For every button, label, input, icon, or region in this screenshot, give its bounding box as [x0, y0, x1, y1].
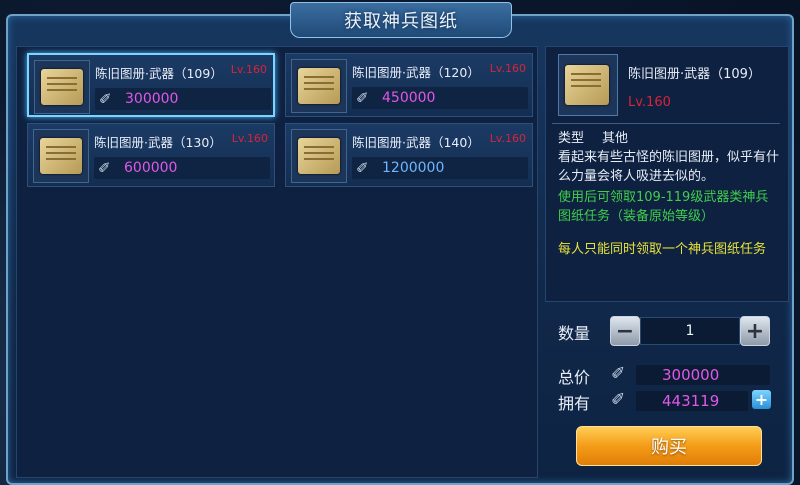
total-label: 总价 [558, 368, 591, 387]
item-name: 陈旧图册·武器（109） [95, 66, 223, 81]
item-price: 450000 [382, 90, 436, 106]
item-card-130[interactable]: 陈旧图册·武器（130） Lv.160 ✐ 600000 [27, 123, 275, 187]
total-price: 300000 [662, 366, 720, 384]
detail-level: Lv.160 [628, 95, 671, 110]
silver-shell-icon: ✐ [98, 159, 111, 177]
use-text: 使用后可领取109-119级武器类神兵图纸任务（装备原始等级） [558, 190, 769, 224]
silver-shell-icon: ✐ [356, 89, 369, 107]
type-row: 类型 其他 [558, 129, 780, 148]
item-card-120[interactable]: 陈旧图册·武器（120） Lv.160 ✐ 450000 [285, 53, 533, 117]
item-price-bar: ✐ 300000 [95, 88, 271, 110]
item-price-bar: ✐ 450000 [352, 87, 528, 109]
detail-name: 陈旧图册·武器（109） [628, 67, 761, 82]
scroll-icon [33, 129, 89, 183]
scroll-icon [291, 59, 347, 113]
item-detail-panel: 陈旧图册·武器（109） Lv.160 类型 其他 看起来有些古怪的陈旧图册，似乎… [545, 46, 789, 302]
quantity-label: 数量 [558, 324, 591, 343]
scroll-icon [291, 129, 347, 183]
item-card-109[interactable]: 陈旧图册·武器（109） Lv.160 ✐ 300000 [27, 53, 275, 117]
detail-description[interactable]: 类型 其他 看起来有些古怪的陈旧图册，似乎有什么力量会将人吸进去似的。 使用后可领… [558, 129, 780, 297]
owned-amount: 443119 [662, 392, 720, 410]
item-price-bar: ✐ 600000 [94, 157, 270, 179]
silver-shell-icon: ✐ [611, 390, 626, 410]
item-level: Lv.160 [231, 132, 268, 145]
owned-amount-bar: 443119 [636, 391, 748, 411]
item-price-bar: ✐ 1200000 [352, 157, 528, 179]
item-name: 陈旧图册·武器（130） [94, 135, 222, 150]
scroll-icon [558, 54, 618, 116]
silver-shell-icon: ✐ [99, 90, 112, 108]
limit-text: 每人只能同时领取一个神兵图纸任务 [558, 242, 767, 257]
type-value: 其他 [602, 131, 629, 146]
window-title-bar: 获取神兵图纸 [290, 2, 512, 38]
item-price: 1200000 [382, 160, 445, 176]
divider [552, 123, 780, 124]
silver-shell-icon: ✐ [611, 364, 626, 384]
total-price-bar: 300000 [636, 365, 770, 385]
item-card-140[interactable]: 陈旧图册·武器（140） Lv.160 ✐ 1200000 [285, 123, 533, 187]
owned-label: 拥有 [558, 394, 591, 413]
plus-button[interactable]: + [740, 316, 770, 346]
item-level: Lv.160 [489, 132, 526, 145]
lore-text: 看起来有些古怪的陈旧图册，似乎有什么力量会将人吸进去似的。 [558, 150, 780, 184]
silver-shell-icon: ✐ [356, 159, 369, 177]
item-price: 600000 [124, 160, 178, 176]
item-list: 陈旧图册·武器（109） Lv.160 ✐ 300000 陈旧图册·武器（120… [16, 46, 538, 478]
item-name: 陈旧图册·武器（120） [352, 65, 480, 80]
item-price: 300000 [125, 91, 179, 107]
item-level: Lv.160 [230, 63, 267, 76]
item-name: 陈旧图册·武器（140） [352, 135, 480, 150]
window-title: 获取神兵图纸 [344, 11, 458, 32]
buy-button[interactable]: 购买 [576, 426, 762, 466]
recharge-plus-icon[interactable]: + [752, 390, 771, 409]
quantity-input[interactable]: 1 [640, 317, 740, 345]
type-label: 类型 [558, 131, 585, 146]
scroll-icon [34, 60, 90, 114]
item-level: Lv.160 [489, 62, 526, 75]
minus-button[interactable]: − [610, 316, 640, 346]
